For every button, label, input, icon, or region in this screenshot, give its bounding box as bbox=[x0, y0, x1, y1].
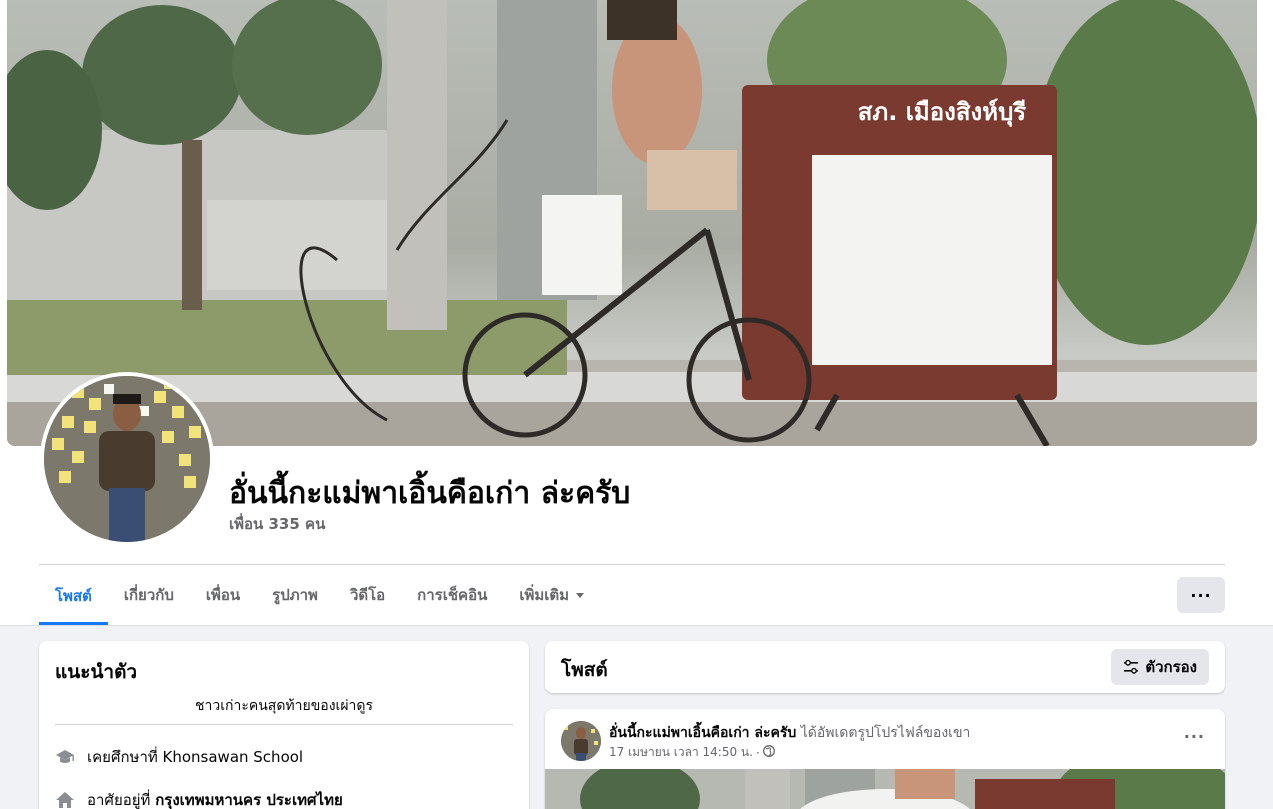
profile-name: อั่นนี้กะแม่พาเอิ้นคือเก่า ล่ะครับ bbox=[229, 476, 631, 511]
profile-more-button[interactable]: ··· bbox=[1177, 577, 1225, 613]
post-author-avatar[interactable] bbox=[561, 721, 601, 761]
post-timestamp[interactable]: 17 เมษายน เวลา 14:50 น. bbox=[609, 743, 753, 762]
header-divider bbox=[39, 564, 1225, 565]
globe-icon bbox=[762, 745, 775, 760]
intro-lives-place[interactable]: กรุงเทพมหานคร ประเทศไทย bbox=[155, 788, 343, 809]
tab-checkins[interactable]: การเช็คอิน bbox=[401, 566, 503, 624]
posts-title: โพสต์ bbox=[561, 659, 608, 681]
cover-sign-text: สภ. เมืองสิงห์บุรี bbox=[858, 98, 1027, 128]
graduation-cap-icon bbox=[55, 747, 75, 767]
intro-bio: ชาวเก่าะคนสุดท้ายของเผ่าดูร bbox=[194, 698, 373, 714]
intro-lives-prefix: อาศัยอยู่ที่ bbox=[87, 791, 151, 809]
profile-avatar[interactable] bbox=[40, 372, 214, 546]
tab-more[interactable]: เพิ่มเติม bbox=[503, 566, 600, 624]
tab-friends[interactable]: เพื่อน bbox=[190, 566, 256, 624]
home-icon bbox=[55, 790, 75, 809]
tab-photos[interactable]: รูปภาพ bbox=[256, 566, 334, 624]
post-meta: 17 เมษายน เวลา 14:50 น. · bbox=[609, 743, 775, 762]
intro-divider bbox=[55, 724, 513, 725]
profile-tabs: โพสต์ เกี่ยวกับ เพื่อน รูปภาพ วิดีโอ การ… bbox=[39, 566, 600, 626]
intro-title: แนะนำตัว bbox=[55, 661, 138, 683]
intro-card: แนะนำตัว ชาวเก่าะคนสุดท้ายของเผ่าดูร เคย… bbox=[39, 641, 529, 809]
friends-count[interactable]: เพื่อน 335 คน bbox=[229, 512, 325, 536]
meta-separator: · bbox=[755, 745, 760, 760]
posts-header-card: โพสต์ ตัวกรอง bbox=[545, 641, 1225, 693]
intro-lives: อาศัยอยู่ที่ กรุงเทพมหานคร ประเทศไทย bbox=[55, 788, 343, 809]
tab-about[interactable]: เกี่ยวกับ bbox=[108, 566, 190, 624]
filter-button[interactable]: ตัวกรอง bbox=[1111, 649, 1209, 685]
sliders-icon bbox=[1123, 659, 1139, 675]
tab-videos[interactable]: วิดีโอ bbox=[334, 566, 401, 624]
post-image[interactable] bbox=[545, 769, 1225, 809]
cover-photo[interactable]: สภ. เมืองสิงห์บุรี bbox=[7, 0, 1257, 446]
post-more-button[interactable]: ··· bbox=[1184, 727, 1205, 746]
tab-posts[interactable]: โพสต์ bbox=[39, 566, 108, 625]
intro-education-text: เคยศึกษาที่ Khonsawan School bbox=[87, 748, 304, 766]
tab-more-label: เพิ่มเติม bbox=[519, 586, 570, 604]
profile-header: สภ. เมืองสิงห์บุรี อั่นนี้กะแม่พาเอิ้นคื… bbox=[0, 0, 1273, 626]
post-card: อั่นนี้กะแม่พาเอิ้นคือเก่า ล่ะครับ ได้อั… bbox=[545, 709, 1225, 809]
post-action-text: ได้อัพเดตรูปโปรไฟล์ของเขา bbox=[800, 725, 971, 741]
filter-label: ตัวกรอง bbox=[1145, 658, 1197, 676]
caret-down-icon bbox=[576, 592, 585, 598]
intro-education: เคยศึกษาที่ Khonsawan School bbox=[55, 745, 303, 769]
post-author-line: อั่นนี้กะแม่พาเอิ้นคือเก่า ล่ะครับ ได้อั… bbox=[609, 722, 970, 744]
post-author-name[interactable]: อั่นนี้กะแม่พาเอิ้นคือเก่า ล่ะครับ bbox=[609, 725, 796, 741]
